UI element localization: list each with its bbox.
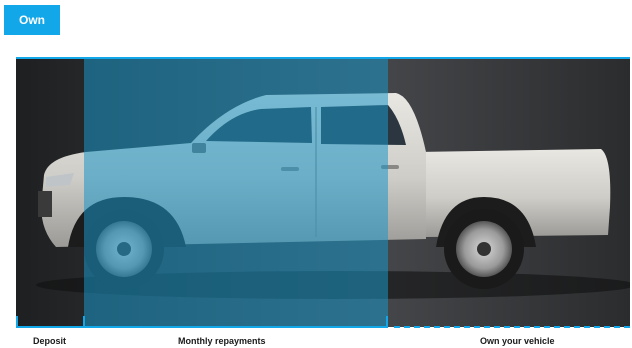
deposit-label: Deposit — [33, 336, 67, 346]
top-border-line — [16, 57, 630, 59]
monthly-repayments-overlay — [84, 57, 388, 327]
own-your-vehicle-label: Own your vehicle — [480, 336, 555, 346]
timeline-solid-line — [16, 326, 388, 328]
timeline-dashed-line — [394, 326, 630, 328]
own-badge[interactable]: Own — [4, 5, 60, 35]
monthly-repayments-label: Monthly repayments — [178, 336, 266, 346]
vehicle-image-panel — [16, 57, 630, 327]
